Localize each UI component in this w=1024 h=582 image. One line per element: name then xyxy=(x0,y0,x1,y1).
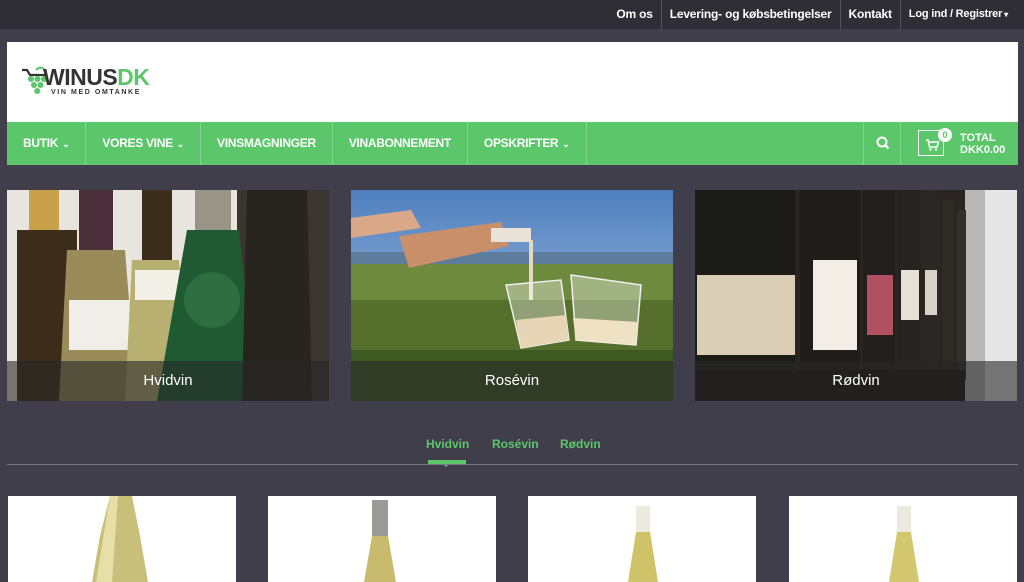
product-image xyxy=(8,496,236,582)
main-nav: BUTIK ⌄ VORES VINE ⌄ VINSMAGNINGER VINABON… xyxy=(7,122,1018,165)
nav-item-vores-vine[interactable]: VORES VINE ⌄ xyxy=(86,122,202,165)
site-logo[interactable]: WINUSDK VIN MED OMTANKE xyxy=(20,62,170,102)
login-register-label: Log ind / Registrer xyxy=(908,8,1003,20)
nav-item-opskrifter[interactable]: OPSKRIFTER ⌄ xyxy=(468,122,587,165)
top-link-delivery-terms[interactable]: Levering- og købsbetingelser xyxy=(660,0,840,29)
category-tile-label: Hvidvin xyxy=(7,361,329,401)
tabs-divider xyxy=(7,464,1018,465)
category-tile-rosevin[interactable]: Rosévin xyxy=(351,190,673,401)
cart-total-value: DKK0.00 xyxy=(960,144,1006,156)
product-tabs: Hvidvin Rosévin Rødvin xyxy=(0,437,1024,457)
cart-total[interactable]: TOTAL DKK0.00 xyxy=(960,132,1005,156)
top-links: Om os Levering- og købsbetingelser Konta… xyxy=(608,0,1016,29)
chevron-down-icon: ⌄ xyxy=(176,139,185,149)
cart-total-label: TOTAL xyxy=(960,132,996,144)
category-tile-label: Rødvin xyxy=(695,361,1017,401)
chevron-down-icon: ⌄ xyxy=(562,139,570,149)
category-tile-hvidvin[interactable]: Hvidvin xyxy=(7,190,329,401)
top-bar: Om os Levering- og købsbetingelser Konta… xyxy=(0,0,1024,29)
top-link-contact[interactable]: Kontakt xyxy=(839,0,900,29)
product-card[interactable] xyxy=(528,496,756,582)
chevron-down-icon: ⌄ xyxy=(62,139,70,149)
logo-wordmark: WINUSDK xyxy=(43,64,150,90)
product-card[interactable] xyxy=(789,496,1017,582)
product-image xyxy=(528,496,756,582)
chevron-down-icon: ▾ xyxy=(1004,10,1008,19)
logo-brand-main: WINUS xyxy=(43,64,118,90)
product-image xyxy=(268,496,496,582)
login-register-link[interactable]: Log ind / Registrer ▾ xyxy=(899,0,1016,29)
nav-item-label: BUTIK xyxy=(23,136,59,150)
search-button[interactable] xyxy=(863,122,901,165)
nav-item-label: VINABONNEMENT xyxy=(348,136,451,150)
product-card[interactable] xyxy=(268,496,496,582)
nav-item-label: VORES VINE xyxy=(102,136,173,150)
main-nav-items: BUTIK ⌄ VORES VINE ⌄ VINSMAGNINGER VINABON… xyxy=(7,122,587,165)
category-tile-label: Rosévin xyxy=(351,361,673,401)
search-icon xyxy=(876,136,890,150)
nav-item-butik[interactable]: BUTIK ⌄ xyxy=(7,122,87,165)
product-card[interactable] xyxy=(8,496,236,582)
nav-item-vinsmagninger[interactable]: VINSMAGNINGER xyxy=(201,122,333,165)
logo-tagline: VIN MED OMTANKE xyxy=(51,89,141,96)
category-tile-rodvin[interactable]: Rødvin xyxy=(695,190,1017,401)
tab-rodvin[interactable]: Rødvin xyxy=(560,437,601,451)
nav-item-label: VINSMAGNINGER xyxy=(217,136,316,150)
tab-hvidvin[interactable]: Hvidvin xyxy=(426,437,469,451)
site-header: WINUSDK VIN MED OMTANKE xyxy=(7,42,1018,122)
cart-count-badge: 0 xyxy=(938,128,952,142)
logo-brand-accent: DK xyxy=(117,64,150,90)
tab-rosevin[interactable]: Rosévin xyxy=(492,437,539,451)
nav-item-label: OPSKRIFTER xyxy=(483,136,559,150)
product-image xyxy=(789,496,1017,582)
nav-item-vinabonnement[interactable]: VINABONNEMENT xyxy=(333,122,468,165)
top-link-about[interactable]: Om os xyxy=(608,0,660,29)
